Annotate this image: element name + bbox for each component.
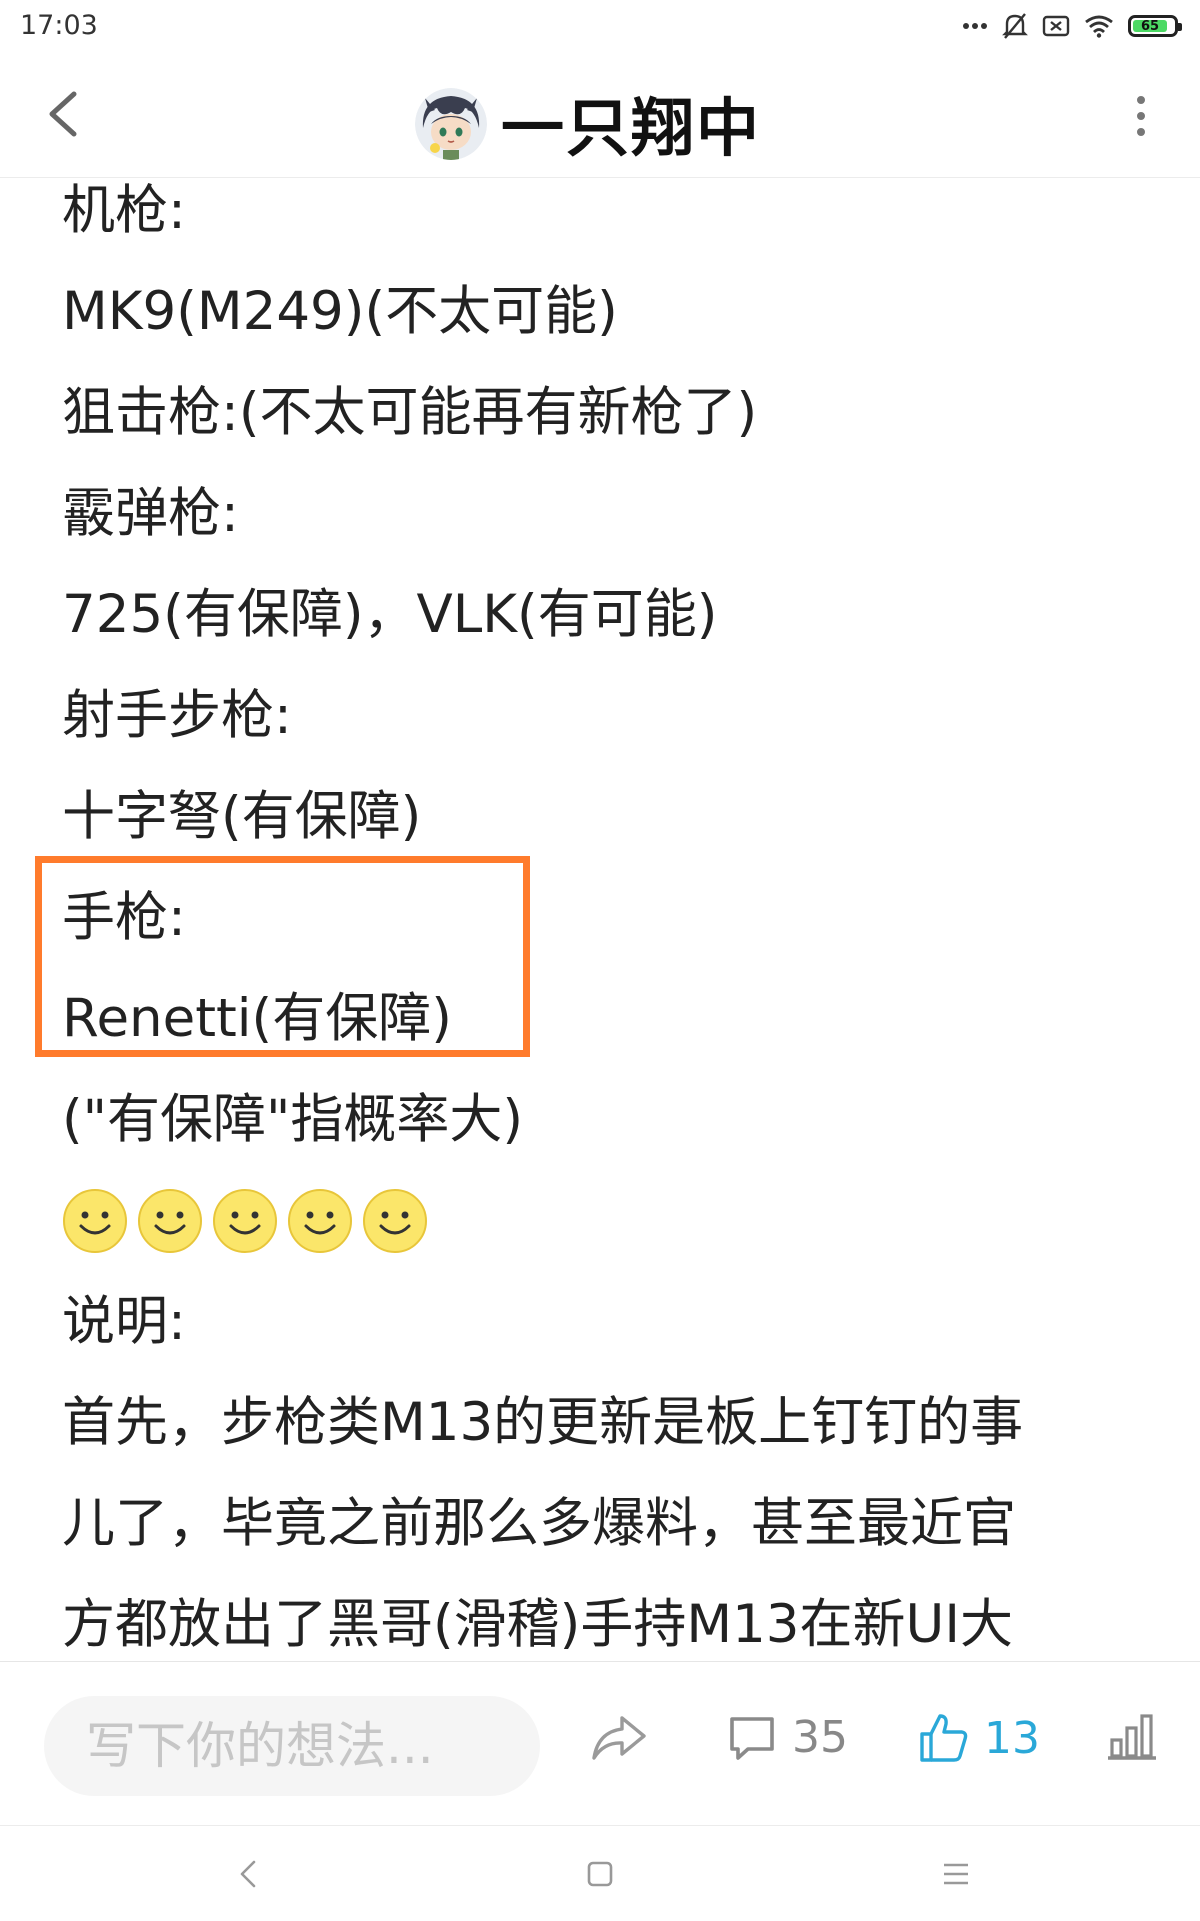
- chevron-left-icon[interactable]: [38, 82, 88, 146]
- content-line: 方都放出了黑哥(滑稽)手持M13在新UI大: [62, 1594, 1013, 1655]
- share-button[interactable]: [590, 1712, 648, 1764]
- bell-muted-icon: [1002, 12, 1028, 40]
- system-nav-bar: [0, 1825, 1200, 1921]
- content-line: 狙击枪:(不太可能再有新枪了): [62, 382, 758, 443]
- battery-icon: 65: [1128, 15, 1182, 37]
- content-line: 儿了，毕竟之前那么多爆料，甚至最近官: [62, 1493, 1016, 1554]
- content-line: 十字弩(有保障): [62, 786, 422, 847]
- like-button[interactable]: 13: [918, 1712, 1040, 1764]
- emoji-row: [62, 1170, 1142, 1271]
- comment-count: 35: [792, 1712, 848, 1763]
- content-line: 说明:: [62, 1291, 186, 1352]
- content-line: 霰弹枪:: [62, 483, 239, 544]
- more-dots-icon: [962, 21, 988, 31]
- status-time: 17:03: [20, 10, 98, 41]
- smiley-icon: [363, 1188, 427, 1253]
- comment-icon: [730, 1716, 774, 1760]
- thumbs-up-icon: [920, 1714, 968, 1762]
- smiley-icon: [213, 1188, 277, 1253]
- stats-button[interactable]: [1104, 1712, 1160, 1762]
- sim-off-icon: [1042, 14, 1070, 38]
- comment-input[interactable]: [44, 1696, 540, 1796]
- highlight-annotation-box: [35, 856, 530, 1057]
- stats-icon: [1108, 1714, 1156, 1760]
- content-line: 射手步枪:: [62, 685, 292, 746]
- smiley-icon: [288, 1188, 352, 1253]
- smiley-icon: [63, 1188, 127, 1253]
- comment-button[interactable]: 35: [726, 1712, 848, 1763]
- nav-home-icon[interactable]: [582, 1856, 618, 1892]
- nav-menu-icon[interactable]: [938, 1856, 974, 1892]
- author-name[interactable]: 一只翔中: [501, 78, 761, 169]
- battery-level: 65: [1133, 19, 1167, 34]
- author-info[interactable]: 一只翔中: [415, 78, 761, 169]
- content-line: 首先，步枪类M13的更新是板上钉钉的事: [62, 1392, 1024, 1453]
- action-bar: 35 13: [0, 1661, 1200, 1826]
- like-count: 13: [984, 1712, 1040, 1764]
- wifi-icon: [1084, 14, 1114, 38]
- content-line: 725(有保障)，VLK(有可能): [62, 584, 718, 645]
- status-bar: 17:03 65: [0, 0, 1200, 54]
- content-line: MK9(M249)(不太可能): [62, 281, 618, 342]
- nav-back-icon[interactable]: [230, 1856, 266, 1892]
- avatar[interactable]: [415, 87, 487, 160]
- status-icons: 65: [962, 8, 1182, 44]
- share-icon: [592, 1716, 646, 1760]
- smiley-icon: [138, 1188, 202, 1253]
- content-line: ("有保障"指概率大): [62, 1089, 524, 1150]
- vertical-dots-icon[interactable]: [1132, 94, 1150, 138]
- content-line: 机枪:: [62, 180, 186, 241]
